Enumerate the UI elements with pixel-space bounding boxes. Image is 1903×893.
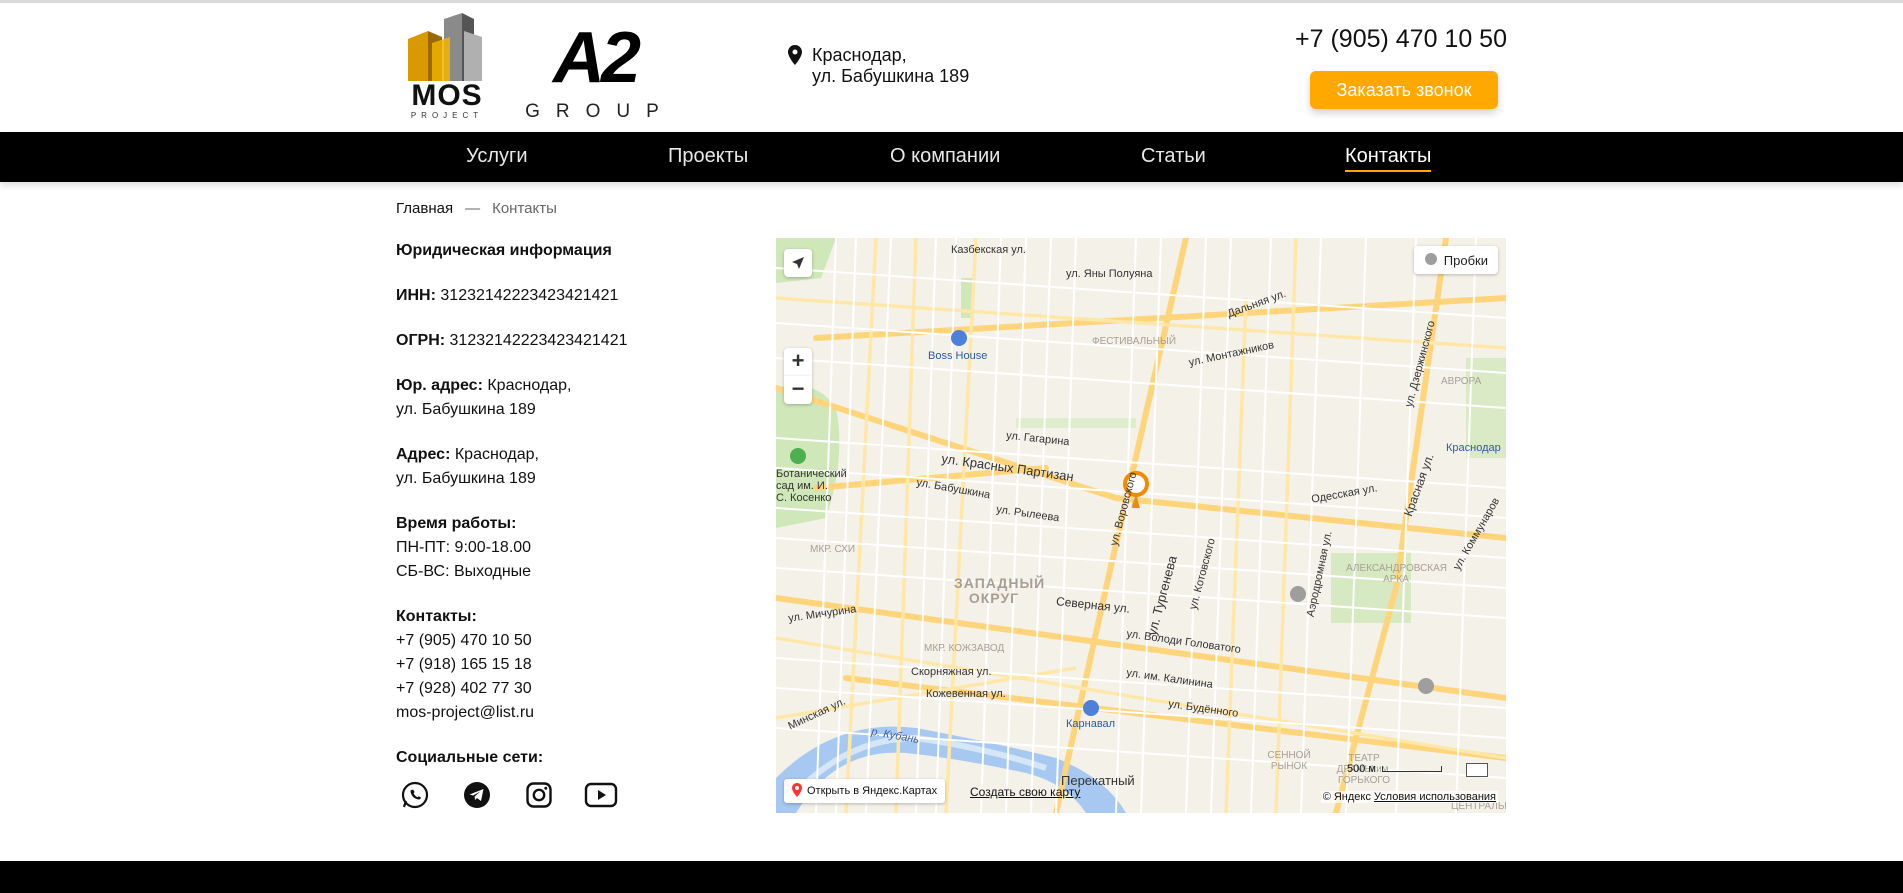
nav-item-contacts[interactable]: Контакты — [1345, 145, 1432, 172]
legal-info-section: Юридическая информация ИНН: 312321422234… — [396, 239, 736, 791]
contact-phone-1[interactable]: +7 (905) 470 10 50 — [396, 629, 736, 653]
telegram-icon[interactable] — [460, 778, 494, 812]
legal-info-heading: Юридическая информация — [396, 242, 612, 259]
a2-group-subtitle: GROUP — [525, 101, 675, 122]
contacts-heading: Контакты: — [396, 608, 477, 625]
working-hours: Время работы: ПН-ПТ: 9:00-18.00 СБ-ВС: В… — [396, 512, 736, 584]
open-in-yandex-button[interactable]: Открыть в Яндекс.Картах — [784, 779, 946, 803]
map-label-skornyazhnaya: Скорняжная ул. — [911, 666, 992, 678]
map-roads — [776, 238, 1506, 813]
breadcrumb-current: Контакты — [492, 200, 557, 217]
map-label-kozhevennaya: Кожевенная ул. — [926, 688, 1006, 700]
working-hours-weekend: СБ-ВС: Выходные — [396, 563, 532, 580]
header-address: Краснодар, ул. Бабушкина 189 — [788, 45, 969, 87]
site-header: MOS PROJECT A2 GROUP Краснодар, ул. Бабу… — [0, 3, 1903, 132]
map-copyright: © Яндекс Условия использования — [1320, 791, 1498, 803]
legal-address-label: Юр. адрес: — [396, 377, 483, 394]
socials-heading: Социальные сети: — [396, 749, 544, 766]
request-call-button[interactable]: Заказать звонок — [1310, 71, 1498, 109]
map-label-botanical: Ботанический сад им. И. С. Косенко — [776, 468, 847, 504]
breadcrumb-separator: — — [465, 200, 481, 217]
geolocation-button[interactable] — [784, 249, 812, 277]
social-links — [398, 778, 618, 812]
map-label-mkr-kozhzavod: МКР. КОЖЗАВОД — [924, 643, 1005, 654]
legal-address-row: Юр. адрес: Краснодар, ул. Бабушкина 189 — [396, 374, 736, 422]
contacts-block: Контакты: +7 (905) 470 10 50 +7 (918) 16… — [396, 605, 736, 725]
breadcrumb-home-link[interactable]: Главная — [396, 200, 453, 217]
contact-phone-2[interactable]: +7 (918) 165 15 18 — [396, 653, 736, 677]
buildings-logo-icon — [408, 13, 482, 81]
breadcrumb: Главная — Контакты — [396, 200, 557, 217]
ogrn-row: ОГРН: 31232142223423421421 — [396, 329, 736, 353]
map-label-krasnodar: Краснодар — [1446, 442, 1501, 454]
working-hours-weekdays: ПН-ПТ: 9:00-18.00 — [396, 539, 532, 556]
whatsapp-icon[interactable] — [398, 778, 432, 812]
inn-row: ИНН: 31232142223423421421 — [396, 284, 736, 308]
traffic-icon — [1424, 252, 1438, 269]
a2-group-logo[interactable]: A2 — [550, 17, 641, 99]
contact-phone-3[interactable]: +7 (928) 402 77 30 — [396, 677, 736, 701]
contact-email[interactable]: mos-project@list.ru — [396, 701, 736, 725]
create-map-link[interactable]: Создать свою карту — [970, 785, 1080, 799]
map-terms-link[interactable]: Условия использования — [1374, 791, 1496, 803]
header-phone-link[interactable]: +7 (905) 470 10 50 — [1295, 25, 1507, 54]
map-pin-icon — [792, 782, 802, 800]
map-scale: 500 м — [1347, 763, 1442, 775]
site-footer — [0, 861, 1903, 893]
ogrn-value: 31232142223423421421 — [449, 332, 628, 349]
nav-item-projects[interactable]: Проекты — [668, 145, 748, 168]
nav-item-about[interactable]: О компании — [890, 145, 1000, 168]
youtube-icon[interactable] — [584, 778, 618, 812]
logo-mos-subtitle: PROJECT — [410, 111, 484, 120]
map-scale-label: 500 м — [1347, 763, 1376, 775]
yandex-map[interactable]: Казбекская ул. ул. Яны Полуяна Дальняя у… — [776, 238, 1506, 813]
map-label-yana-poluyana: ул. Яны Полуяна — [1066, 268, 1153, 280]
address-line2: ул. Бабушкина 189 — [396, 470, 536, 487]
map-label-avrora: АВРОРА — [1441, 376, 1482, 387]
main-nav: Услуги Проекты О компании Статьи Контакт… — [0, 132, 1903, 182]
ogrn-label: ОГРН: — [396, 332, 446, 349]
zoom-out-button[interactable]: − — [784, 376, 812, 404]
map-label-kazbek: Казбекская ул. — [951, 244, 1026, 256]
map-label-karnaval: Карнавал — [1066, 718, 1116, 730]
map-label-festivalny: ФЕСТИВАЛЬНЫЙ — [1092, 336, 1177, 347]
map-copyright-text: © Яндекс — [1322, 791, 1371, 803]
traffic-button[interactable]: Пробки — [1413, 246, 1498, 274]
map-label-boss-house: Boss House — [928, 350, 988, 362]
zoom-in-button[interactable]: + — [784, 348, 812, 376]
working-hours-heading: Время работы: — [396, 515, 517, 532]
legal-address-line2: ул. Бабушкина 189 — [396, 401, 536, 418]
map-label-mkr-shi: МКР. СХИ — [810, 544, 856, 555]
ruler-button[interactable] — [1466, 763, 1488, 777]
header-address-street: ул. Бабушкина 189 — [812, 66, 970, 86]
nav-item-articles[interactable]: Статьи — [1141, 145, 1206, 168]
map-label-aleksandrovskaya: АЛЕКСАНДРОВСКАЯ АРКА — [1346, 563, 1448, 585]
traffic-label: Пробки — [1443, 252, 1488, 268]
nav-item-services[interactable]: Услуги — [466, 145, 528, 168]
inn-label: ИНН: — [396, 287, 436, 304]
instagram-icon[interactable] — [522, 778, 556, 812]
map-label-senoy-rynok: СЕННОЙ РЫНОК — [1267, 750, 1311, 772]
map-scale-bar — [1382, 766, 1442, 772]
logo-mos-word: MOS — [411, 79, 483, 112]
header-address-city: Краснодар, — [812, 45, 907, 65]
address-line1: Краснодар, — [454, 446, 539, 463]
map-label-zapadny: ЗАПАДНЫЙ ОКРУГ — [954, 575, 1046, 606]
inn-value: 31232142223423421421 — [440, 287, 619, 304]
legal-address-line1: Краснодар, — [487, 377, 572, 394]
open-in-yandex-label: Открыть в Яндекс.Картах — [807, 785, 938, 797]
navigation-arrow-icon — [792, 257, 804, 269]
address-row: Адрес: Краснодар, ул. Бабушкина 189 — [396, 443, 736, 491]
location-pin-icon — [788, 45, 802, 70]
address-label: Адрес: — [396, 446, 451, 463]
